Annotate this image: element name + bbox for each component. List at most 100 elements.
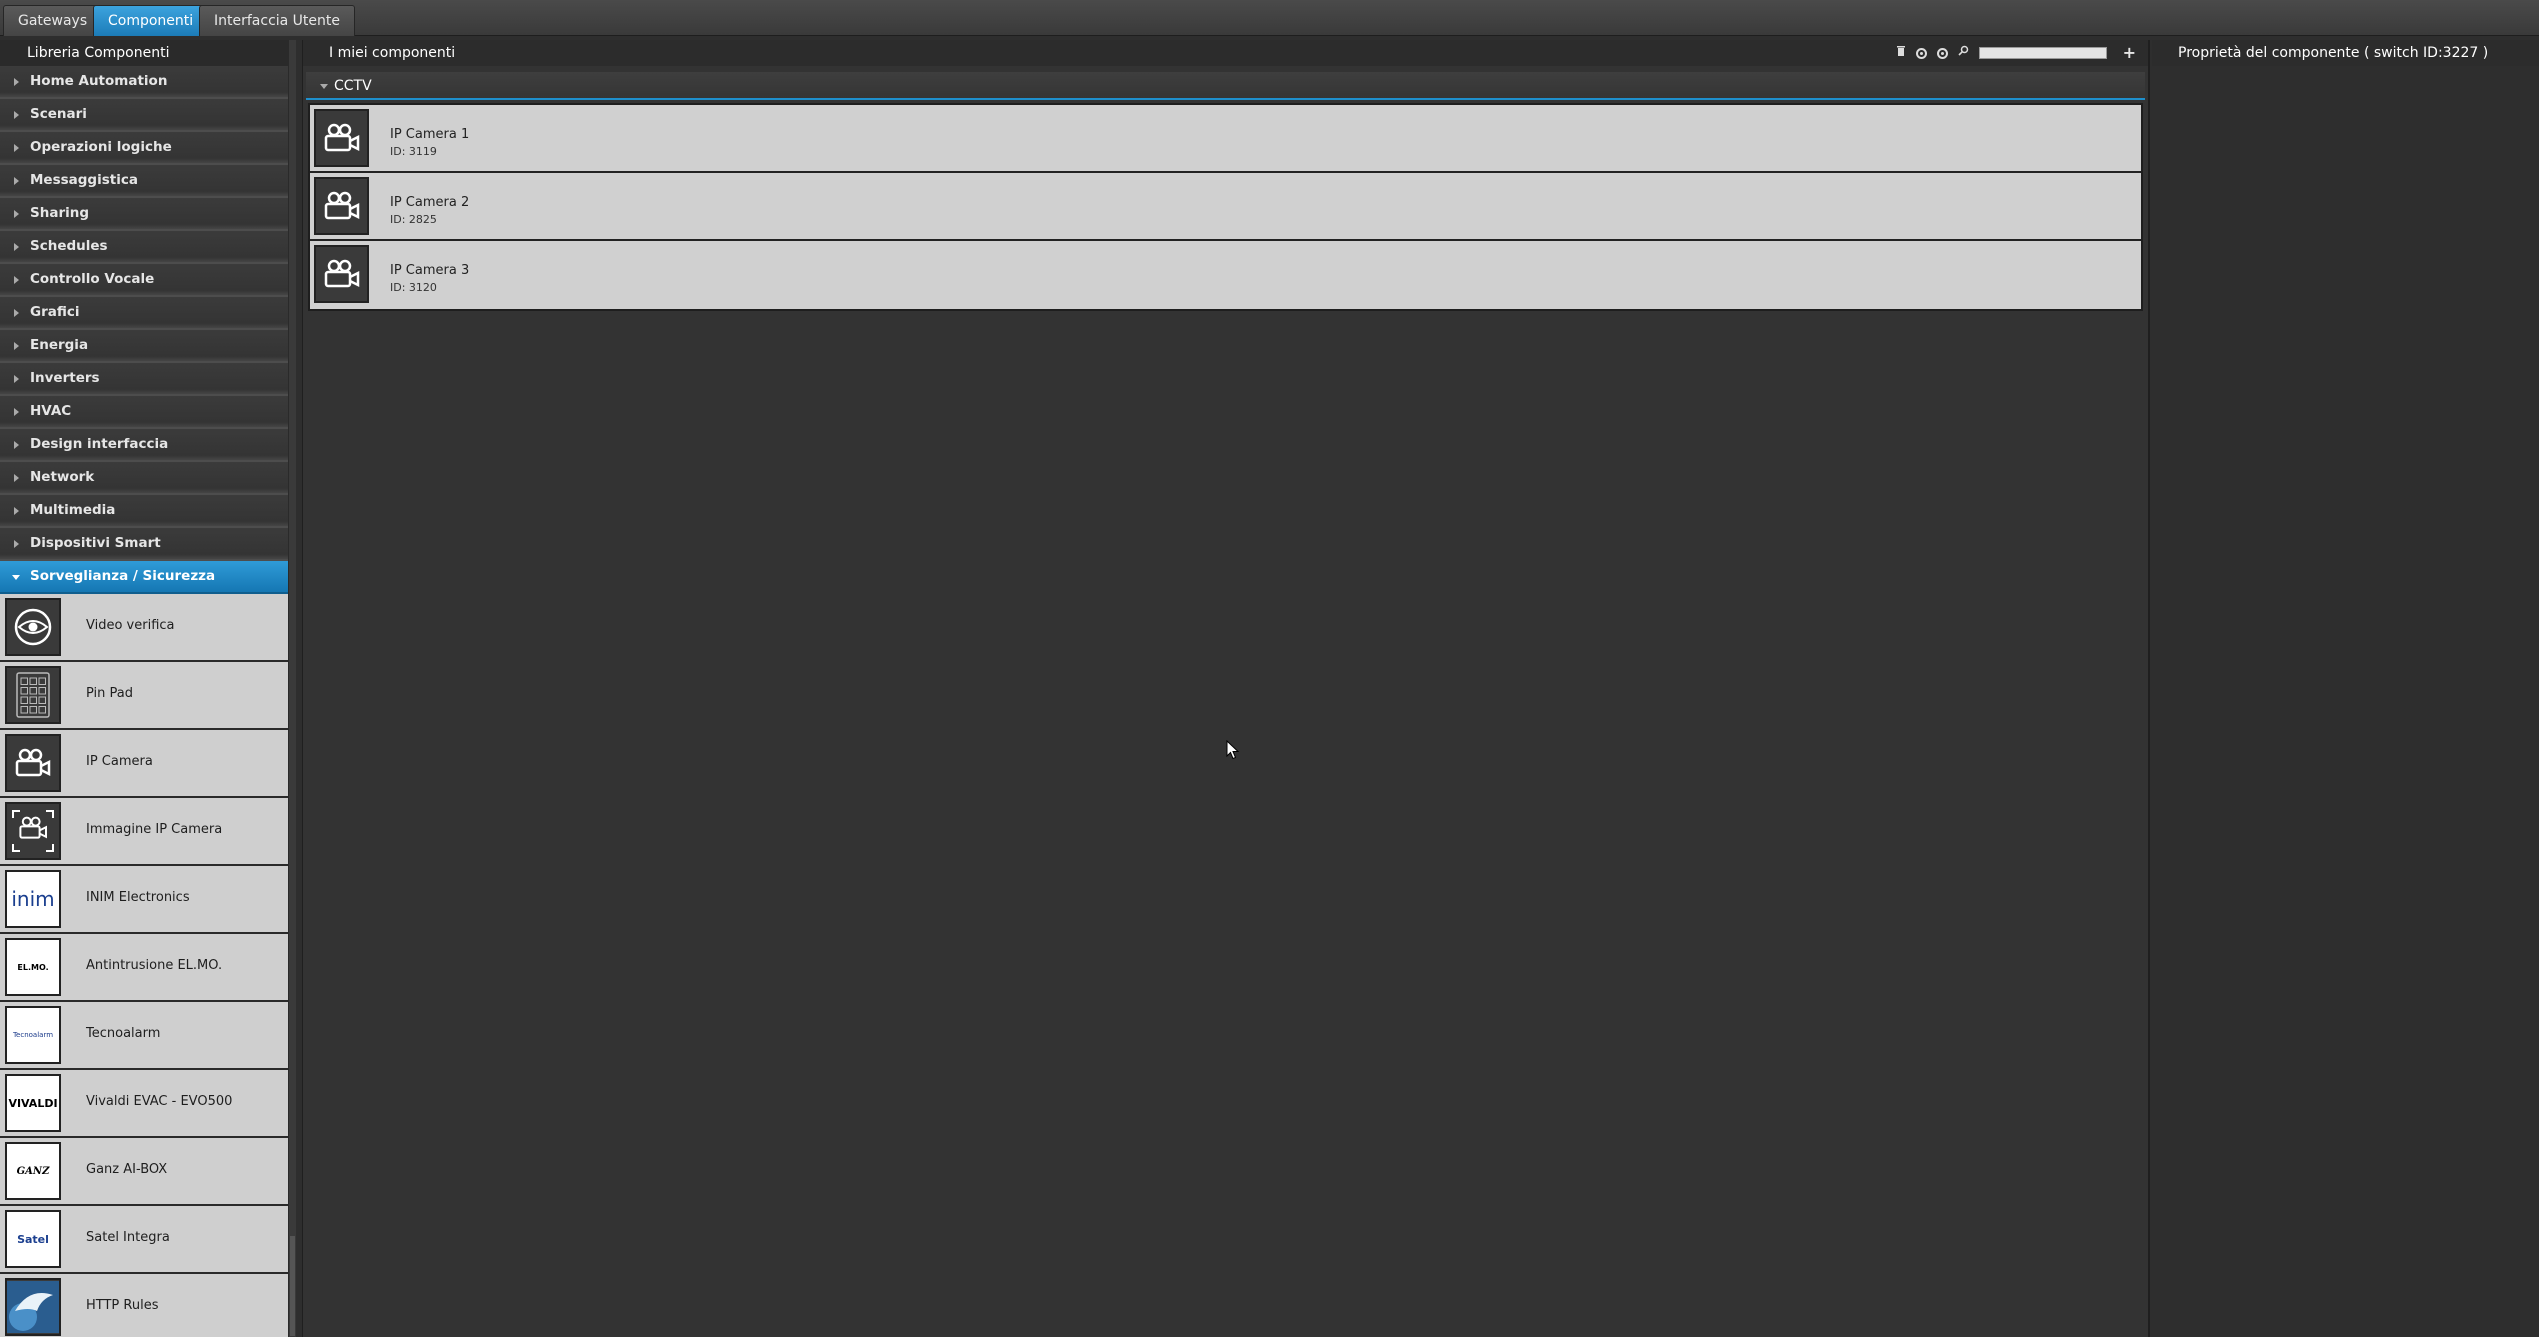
category-schedules[interactable]: Schedules: [0, 231, 288, 264]
category-label: Controllo Vocale: [30, 271, 155, 287]
camera-item[interactable]: IP Camera 1 ID: 3119: [310, 105, 2141, 173]
add-icon[interactable]: +: [2123, 40, 2136, 66]
group-header-cctv[interactable]: CCTV: [306, 72, 2145, 100]
category-label: Design interfaccia: [30, 436, 169, 452]
library-component[interactable]: inim INIM Electronics: [0, 866, 288, 934]
camera-item[interactable]: IP Camera 3 ID: 3120: [310, 241, 2141, 309]
category-label: HVAC: [30, 403, 72, 419]
expanded-chevron-icon: [320, 84, 328, 89]
group-label: CCTV: [334, 78, 372, 94]
library-component[interactable]: VIVALDI Vivaldi EVAC - EVO500: [0, 1070, 288, 1138]
camera-icon: [314, 109, 369, 167]
category-label: Schedules: [30, 238, 108, 254]
tecnoalarm-logo-icon: Tecnoalarm: [5, 1006, 61, 1064]
category-home-automation[interactable]: Home Automation: [0, 66, 288, 99]
library-component[interactable]: EL.MO. Antintrusione EL.MO.: [0, 934, 288, 1002]
tab-interfaccia-utente[interactable]: Interfaccia Utente: [199, 5, 356, 36]
expand-all-icon[interactable]: [1936, 47, 1948, 59]
tab-gateways[interactable]: Gateways: [3, 5, 103, 36]
category-energia[interactable]: Energia: [0, 330, 288, 363]
category-grafici[interactable]: Grafici: [0, 297, 288, 330]
component-label: HTTP Rules: [86, 1298, 159, 1313]
properties-title: Proprietà del componente ( switch ID:322…: [2152, 40, 2539, 66]
camera-id: ID: 3120: [390, 281, 437, 294]
category-controllo-vocale[interactable]: Controllo Vocale: [0, 264, 288, 297]
category-label: Messaggistica: [30, 172, 138, 188]
category-hvac[interactable]: HVAC: [0, 396, 288, 429]
camera-frame-icon: [5, 802, 61, 860]
scrollbar-thumb[interactable]: [290, 1236, 295, 1336]
collapsed-chevron-icon: [14, 441, 19, 449]
satel-logo-icon: Satel: [5, 1210, 61, 1268]
collapsed-chevron-icon: [14, 342, 19, 350]
category-label: Multimedia: [30, 502, 116, 518]
category-label: Inverters: [30, 370, 100, 386]
category-design-interfaccia[interactable]: Design interfaccia: [0, 429, 288, 462]
component-label: Antintrusione EL.MO.: [86, 958, 223, 973]
eye-icon: [5, 598, 61, 656]
collapsed-chevron-icon: [14, 210, 19, 218]
library-component[interactable]: Pin Pad: [0, 662, 288, 730]
collapsed-chevron-icon: [14, 144, 19, 152]
camera-item[interactable]: IP Camera 2 ID: 2825: [310, 173, 2141, 241]
collapsed-chevron-icon: [14, 540, 19, 548]
library-component[interactable]: Video verifica: [0, 594, 288, 662]
component-label: Vivaldi EVAC - EVO500: [86, 1094, 233, 1109]
camera-icon: [314, 245, 369, 303]
collapsed-chevron-icon: [14, 78, 19, 86]
library-component[interactable]: Satel Satel Integra: [0, 1206, 288, 1274]
collapsed-chevron-icon: [14, 309, 19, 317]
category-inverters[interactable]: Inverters: [0, 363, 288, 396]
category-label: Dispositivi Smart: [30, 535, 161, 551]
category-sorveglianza-sicurezza[interactable]: Sorveglianza / Sicurezza: [0, 561, 288, 594]
toolbar: +: [1896, 40, 2136, 66]
category-dispositivi-smart[interactable]: Dispositivi Smart: [0, 528, 288, 561]
category-label: Sorveglianza / Sicurezza: [30, 568, 216, 584]
my-components-header: I miei componenti +: [303, 40, 2148, 66]
category-sharing[interactable]: Sharing: [0, 198, 288, 231]
library-scrollbar[interactable]: [289, 40, 296, 1337]
camera-icon: [5, 734, 61, 792]
inim-logo-icon: inim: [5, 870, 61, 928]
library-component[interactable]: Tecnoalarm Tecnoalarm: [0, 1002, 288, 1070]
component-properties-panel: Proprietà del componente ( switch ID:322…: [2152, 40, 2539, 1337]
library-component[interactable]: GANZ Ganz AI-BOX: [0, 1138, 288, 1206]
trash-icon[interactable]: [1896, 40, 1906, 66]
search-input[interactable]: [1978, 47, 2107, 59]
category-label: Sharing: [30, 205, 90, 221]
component-label: Pin Pad: [86, 686, 134, 701]
elmo-logo-icon: EL.MO.: [5, 938, 61, 996]
component-list: Video verifica Pin Pad IP Camera Immagine I…: [0, 594, 296, 1337]
category-network[interactable]: Network: [0, 462, 288, 495]
component-label: Immagine IP Camera: [86, 822, 223, 837]
collapsed-chevron-icon: [14, 507, 19, 515]
component-label: INIM Electronics: [86, 890, 190, 905]
mouse-cursor-icon: [1226, 740, 1240, 760]
camera-id: ID: 3119: [390, 145, 437, 158]
category-label: Operazioni logiche: [30, 139, 172, 155]
category-label: Network: [30, 469, 95, 485]
category-label: Home Automation: [30, 73, 168, 89]
component-library-panel: Libreria Componenti Home Automation Scena…: [0, 40, 296, 1337]
collapsed-chevron-icon: [14, 177, 19, 185]
category-messaggistica[interactable]: Messaggistica: [0, 165, 288, 198]
library-component[interactable]: HTTP Rules: [0, 1274, 288, 1337]
my-components-title: I miei componenti: [329, 45, 456, 61]
collapse-all-icon[interactable]: [1915, 47, 1927, 59]
tab-componenti[interactable]: Componenti: [93, 5, 209, 36]
category-scenari[interactable]: Scenari: [0, 99, 288, 132]
category-label: Energia: [30, 337, 89, 353]
top-tab-bar: Gateways Componenti Interfaccia Utente: [0, 0, 2539, 36]
expanded-chevron-icon: [12, 575, 20, 580]
camera-name: IP Camera 3: [390, 263, 470, 278]
collapsed-chevron-icon: [14, 243, 19, 251]
component-label: Video verifica: [86, 618, 175, 633]
library-component[interactable]: Immagine IP Camera: [0, 798, 288, 866]
library-component[interactable]: IP Camera: [0, 730, 288, 798]
http-rules-icon: [5, 1278, 61, 1336]
collapsed-chevron-icon: [14, 474, 19, 482]
keypad-icon: [5, 666, 61, 724]
category-multimedia[interactable]: Multimedia: [0, 495, 288, 528]
category-operazioni-logiche[interactable]: Operazioni logiche: [0, 132, 288, 165]
camera-icon: [314, 177, 369, 235]
